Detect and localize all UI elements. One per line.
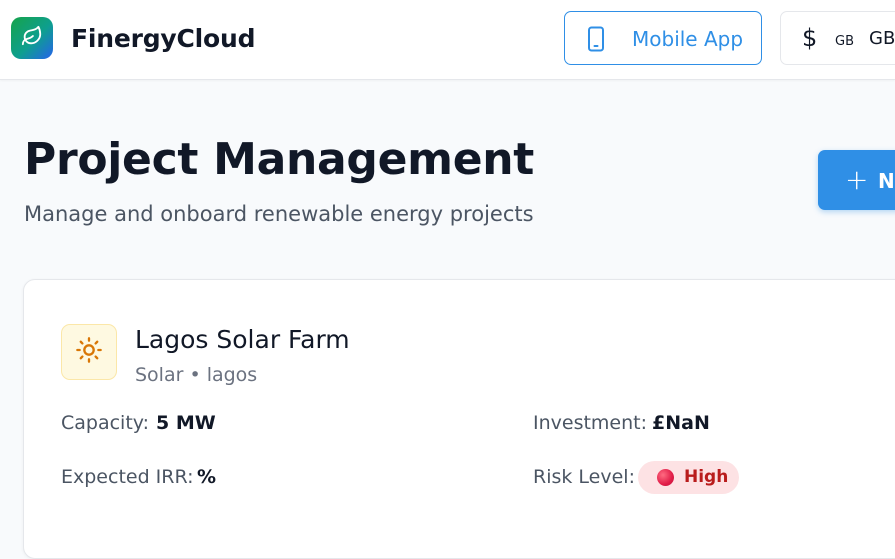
new-project-label: N xyxy=(878,169,895,193)
logo[interactable] xyxy=(11,17,53,59)
project-card[interactable]: Lagos Solar Farm Solar • lagos Capacity:… xyxy=(23,279,895,559)
brand-name: FinergyCloud xyxy=(71,24,256,53)
mobile-app-button[interactable]: Mobile App xyxy=(564,11,762,65)
top-header: FinergyCloud Mobile App $ GB GB xyxy=(0,0,895,80)
page-subtitle: Manage and onboard renewable energy proj… xyxy=(24,202,534,226)
capacity-label: Capacity: xyxy=(61,412,150,434)
risk-dot-icon xyxy=(657,469,674,486)
currency-code: GB xyxy=(869,28,895,49)
project-type-tile xyxy=(61,324,117,380)
leaf-icon xyxy=(21,25,43,51)
risk-badge: High xyxy=(638,461,739,494)
irr-label: Expected IRR: xyxy=(61,466,194,488)
sun-icon xyxy=(75,336,103,368)
mobile-app-label: Mobile App xyxy=(632,27,744,51)
investment-value: £NaN xyxy=(652,412,710,434)
dollar-icon: $ xyxy=(802,24,818,52)
irr-value: % xyxy=(197,466,217,488)
new-project-button[interactable]: + N xyxy=(818,150,895,210)
plus-icon: + xyxy=(845,163,869,196)
page-title: Project Management xyxy=(24,134,535,185)
risk-label: Risk Level: xyxy=(533,466,635,488)
currency-selector[interactable]: $ GB GB xyxy=(780,11,895,65)
currency-flag-code: GB xyxy=(835,34,854,49)
project-meta: Solar • lagos xyxy=(135,364,258,386)
project-name: Lagos Solar Farm xyxy=(135,325,350,354)
investment-label: Investment: xyxy=(533,412,648,434)
smartphone-icon xyxy=(587,26,605,56)
risk-value: High xyxy=(684,467,729,487)
capacity-value: 5 MW xyxy=(156,412,216,434)
